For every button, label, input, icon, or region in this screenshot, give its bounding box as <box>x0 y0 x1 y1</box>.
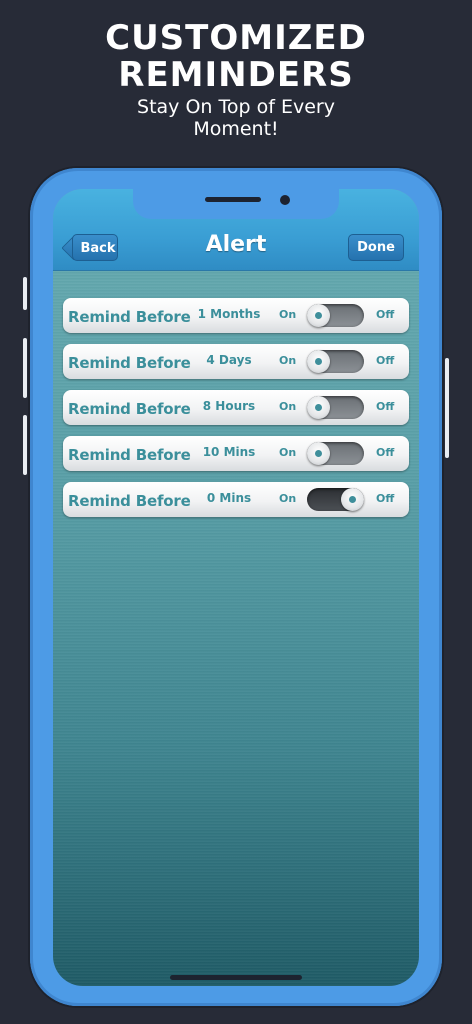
knob-dot-icon <box>315 450 322 457</box>
app-store-screenshot: CUSTOMIZED REMINDERS Stay On Top of Ever… <box>0 0 472 1024</box>
reminder-row: Remind Before 4 Days On Off <box>63 344 409 379</box>
toggle-knob[interactable] <box>307 442 330 465</box>
knob-dot-icon <box>349 496 356 503</box>
reminder-offset-value: 8 Hours <box>202 399 256 413</box>
done-button[interactable]: Done <box>348 234 404 261</box>
phone-mute-switch <box>23 277 27 310</box>
app-screen: Back Alert Done Remind Before 1 Months O… <box>53 189 419 986</box>
reminder-row: Remind Before 8 Hours On Off <box>63 390 409 425</box>
reminder-label: Remind Before <box>68 492 191 510</box>
promo-headline-line1: CUSTOMIZED <box>105 18 367 58</box>
phone-volume-up-button <box>23 338 27 398</box>
toggle-on-label: On <box>279 446 297 459</box>
knob-dot-icon <box>315 358 322 365</box>
knob-dot-icon <box>315 312 322 319</box>
toggle-knob[interactable] <box>341 488 364 511</box>
reminder-row: Remind Before 0 Mins On Off <box>63 482 409 517</box>
toggle-off-label: Off <box>376 354 395 367</box>
reminder-offset-value: 4 Days <box>206 353 252 367</box>
toggle-off-label: Off <box>376 492 395 505</box>
toggle-knob[interactable] <box>307 304 330 327</box>
promo-subtitle-line2: Moment! <box>193 118 279 140</box>
reminder-label: Remind Before <box>68 400 191 418</box>
reminder-toggle[interactable] <box>307 304 364 327</box>
reminder-offset-value: 10 Mins <box>202 445 256 459</box>
front-camera-icon <box>280 195 290 205</box>
reminder-offset-value: 0 Mins <box>206 491 252 505</box>
toggle-off-label: Off <box>376 308 395 321</box>
toggle-on-label: On <box>279 354 297 367</box>
toggle-knob[interactable] <box>307 350 330 373</box>
phone-volume-down-button <box>23 415 27 475</box>
phone-notch <box>133 189 339 219</box>
toggle-on-label: On <box>279 400 297 413</box>
reminder-toggle[interactable] <box>307 442 364 465</box>
reminder-label: Remind Before <box>68 446 191 464</box>
promo-headline-line2: REMINDERS <box>118 55 354 95</box>
home-indicator[interactable] <box>170 975 302 980</box>
reminder-toggle[interactable] <box>307 350 364 373</box>
toggle-knob[interactable] <box>307 396 330 419</box>
toggle-on-label: On <box>279 308 297 321</box>
toggle-off-label: Off <box>376 400 395 413</box>
toggle-on-label: On <box>279 492 297 505</box>
knob-dot-icon <box>315 404 322 411</box>
phone-power-button <box>445 358 449 458</box>
speaker-grille-icon <box>205 197 261 202</box>
reminder-label: Remind Before <box>68 308 191 326</box>
reminder-label: Remind Before <box>68 354 191 372</box>
toggle-off-label: Off <box>376 446 395 459</box>
reminder-list: Remind Before 1 Months On Off Remind Bef… <box>63 298 409 528</box>
reminder-toggle[interactable] <box>307 396 364 419</box>
reminder-row: Remind Before 10 Mins On Off <box>63 436 409 471</box>
reminder-row: Remind Before 1 Months On Off <box>63 298 409 333</box>
promo-subtitle-line1: Stay On Top of Every <box>137 96 335 118</box>
reminder-toggle[interactable] <box>307 488 364 511</box>
reminder-offset-value: 1 Months <box>197 307 261 321</box>
